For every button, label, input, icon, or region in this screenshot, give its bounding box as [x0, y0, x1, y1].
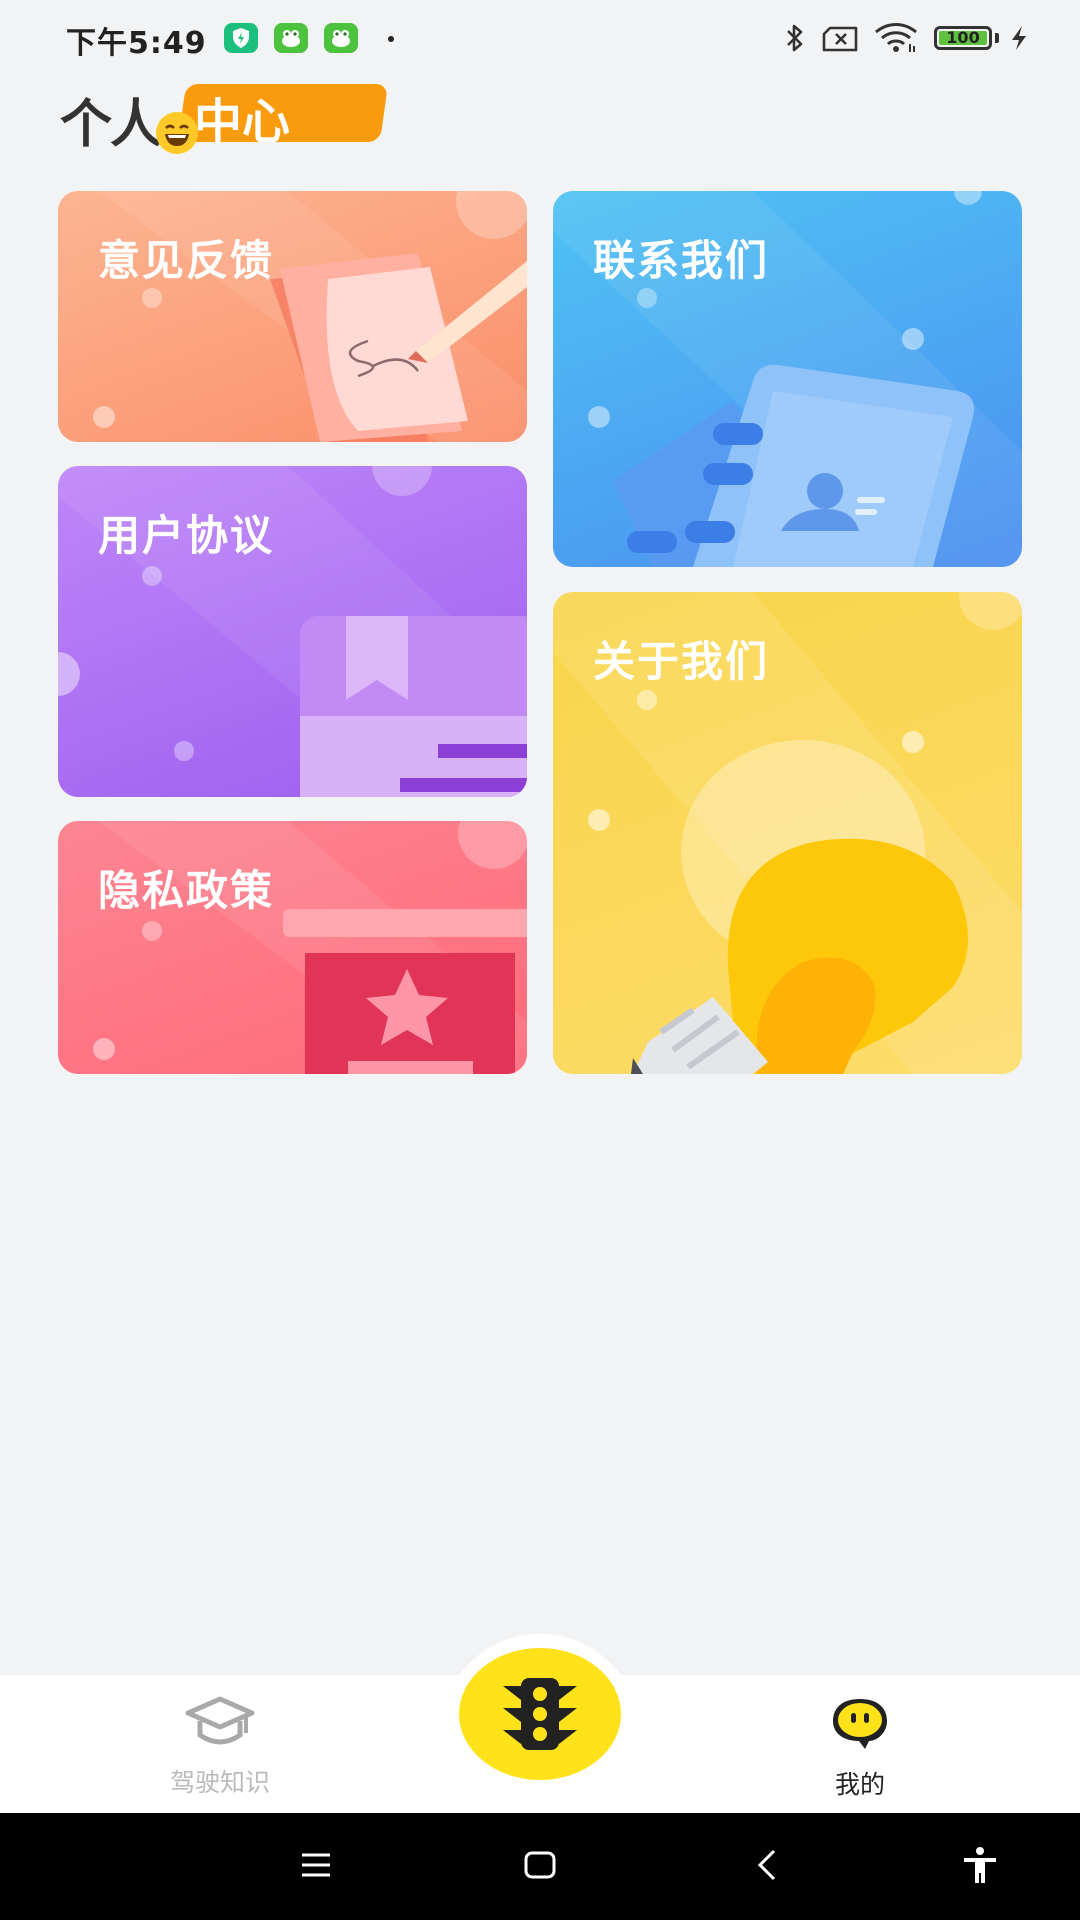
frog-app-icon: [324, 23, 358, 53]
status-time: 下午5:49: [66, 26, 207, 61]
traffic-light-button[interactable]: [459, 1648, 621, 1780]
about-us-card[interactable]: 关于我们: [553, 592, 1022, 1074]
nav-tab-driving-knowledge-label: 驾驶知识: [169, 1768, 270, 1797]
no-sim-icon: [822, 26, 860, 56]
frog-app-icon: [274, 23, 308, 53]
wifi-icon: [874, 22, 918, 58]
graduation-cap-icon: [184, 1696, 256, 1755]
home-button[interactable]: [500, 1813, 580, 1920]
nav-tab-mine-label: 我的: [834, 1770, 885, 1799]
menu-icon: [302, 1853, 330, 1877]
bluetooth-icon: [783, 22, 807, 58]
privacy-policy-card-label: 隐私政策: [98, 866, 275, 915]
feedback-card-label: 意见反馈: [98, 236, 275, 285]
battery-icon: 100: [934, 26, 992, 50]
laughing-emoji-icon: [156, 112, 198, 154]
menu-button[interactable]: [276, 1813, 356, 1920]
feedback-card[interactable]: 意见反馈: [58, 191, 527, 442]
accessibility-button[interactable]: [940, 1813, 1020, 1920]
system-nav-bar: [0, 1813, 1080, 1920]
user-agreement-card-label: 用户协议: [98, 511, 275, 560]
contact-card[interactable]: 联系我们: [553, 191, 1022, 567]
about-us-card-label: 关于我们: [593, 637, 770, 686]
battery-level-text: 100: [946, 28, 980, 47]
nav-tab-mine[interactable]: 我的: [760, 1695, 960, 1801]
battery-cap: [995, 33, 999, 43]
page-title-part1: 个人: [60, 95, 162, 155]
back-icon: [757, 1849, 776, 1881]
home-icon: [524, 1851, 556, 1879]
status-bar: 下午5:49 100: [0, 0, 1080, 78]
nav-tab-driving-knowledge[interactable]: 驾驶知识: [120, 1695, 320, 1799]
shield-app-icon: [224, 23, 258, 53]
accessibility-icon: [964, 1847, 996, 1883]
page-title-part2: 中心: [194, 94, 291, 150]
privacy-policy-card[interactable]: 隐私政策: [58, 821, 527, 1074]
charging-icon: [1008, 24, 1030, 56]
user-agreement-card[interactable]: 用户协议: [58, 466, 527, 797]
back-button[interactable]: [728, 1813, 808, 1920]
mascot-face-icon: [829, 1699, 891, 1757]
notification-dot: [388, 36, 394, 42]
contact-card-label: 联系我们: [593, 236, 770, 285]
